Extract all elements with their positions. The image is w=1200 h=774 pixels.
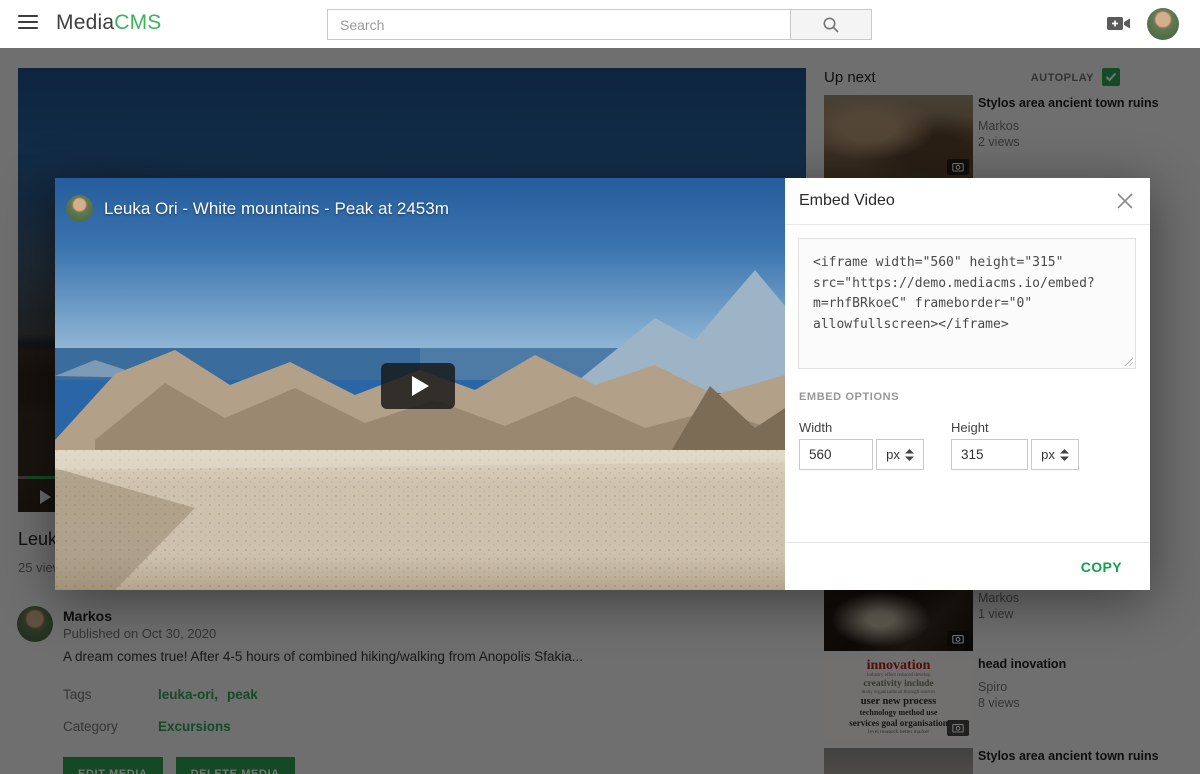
modal-title: Embed Video	[799, 192, 895, 210]
width-input[interactable]	[799, 439, 873, 470]
search-button[interactable]	[790, 9, 872, 40]
height-unit-value: px	[1041, 447, 1055, 462]
chevron-up-down-icon	[905, 449, 914, 461]
app-header: MediaCMS	[0, 0, 1200, 48]
height-unit-select[interactable]: px	[1031, 439, 1079, 470]
height-label: Height	[951, 420, 989, 435]
embed-video-modal: Leuka Ori - White mountains - Peak at 24…	[55, 178, 1150, 590]
width-unit-select[interactable]: px	[876, 439, 924, 470]
embed-options-label: EMBED OPTIONS	[799, 391, 899, 403]
copy-button[interactable]: COPY	[1081, 559, 1122, 575]
close-icon[interactable]	[1114, 190, 1136, 212]
upload-media-icon[interactable]	[1106, 14, 1134, 34]
embed-code-textarea[interactable]: <iframe width="560" height="315" src="ht…	[798, 238, 1136, 369]
play-icon	[412, 376, 429, 396]
search-bar	[327, 9, 872, 40]
user-avatar[interactable]	[1147, 8, 1179, 40]
divider	[785, 224, 1150, 225]
width-unit-value: px	[886, 447, 900, 462]
preview-author-avatar	[66, 195, 93, 222]
height-input[interactable]	[951, 439, 1028, 470]
play-button[interactable]	[381, 363, 455, 409]
search-input[interactable]	[327, 9, 791, 40]
menu-icon[interactable]	[18, 15, 40, 33]
embed-panel: Embed Video <iframe width="560" height="…	[785, 178, 1150, 590]
preview-video-title[interactable]: Leuka Ori - White mountains - Peak at 24…	[104, 199, 449, 219]
search-icon	[822, 16, 840, 34]
width-label: Width	[799, 420, 832, 435]
app-logo[interactable]: MediaCMS	[56, 11, 161, 35]
videocam-plus-icon	[1106, 14, 1132, 34]
embed-preview-player[interactable]: Leuka Ori - White mountains - Peak at 24…	[55, 178, 785, 590]
logo-text-cms: CMS	[114, 11, 161, 34]
preview-title-bar: Leuka Ori - White mountains - Peak at 24…	[66, 195, 449, 222]
logo-text-media: Media	[56, 11, 114, 34]
modal-footer: COPY	[785, 542, 1150, 590]
chevron-up-down-icon	[1060, 449, 1069, 461]
